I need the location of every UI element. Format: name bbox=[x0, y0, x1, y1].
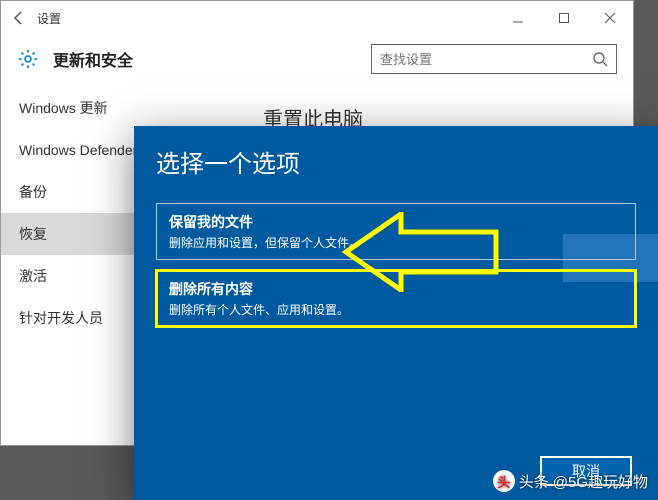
page-header: 更新和安全 bbox=[1, 35, 633, 83]
maximize-button[interactable] bbox=[541, 1, 587, 35]
sidebar-item-label: 恢复 bbox=[19, 224, 47, 244]
modal-title: 选择一个选项 bbox=[134, 126, 658, 193]
back-button[interactable] bbox=[1, 1, 37, 35]
maximize-icon bbox=[558, 12, 570, 24]
search-input[interactable] bbox=[380, 52, 592, 67]
watermark-logo-icon: 头 bbox=[493, 470, 515, 492]
option-title: 保留我的文件 bbox=[169, 212, 623, 232]
option-remove-everything[interactable]: 删除所有内容 删除所有个人文件、应用和设置。 bbox=[156, 270, 636, 327]
search-box[interactable] bbox=[371, 44, 617, 74]
sidebar-item-windows-update[interactable]: Windows 更新 bbox=[1, 87, 241, 129]
close-icon bbox=[604, 12, 616, 24]
sidebar-item-label: 备份 bbox=[19, 182, 47, 202]
back-arrow-icon bbox=[11, 10, 27, 26]
minimize-button[interactable] bbox=[495, 1, 541, 35]
sidebar-item-label: 针对开发人员 bbox=[19, 308, 103, 328]
titlebar: 设置 bbox=[1, 1, 633, 35]
option-desc: 删除所有个人文件、应用和设置。 bbox=[169, 301, 623, 318]
option-title: 删除所有内容 bbox=[169, 279, 623, 299]
sidebar-item-label: Windows Defender bbox=[19, 142, 137, 158]
option-desc: 删除应用和设置，但保留个人文件。 bbox=[169, 234, 623, 251]
option-keep-files[interactable]: 保留我的文件 删除应用和设置，但保留个人文件。 bbox=[156, 203, 636, 260]
minimize-icon bbox=[512, 12, 524, 24]
reset-modal: 选择一个选项 保留我的文件 删除应用和设置，但保留个人文件。 删除所有内容 删除… bbox=[134, 126, 658, 500]
search-icon bbox=[592, 51, 608, 67]
gear-icon bbox=[17, 48, 39, 70]
sidebar-item-label: Windows 更新 bbox=[19, 98, 108, 118]
page-title: 更新和安全 bbox=[53, 47, 133, 71]
watermark: 头 头条 @5G趣玩好物 bbox=[493, 470, 648, 492]
watermark-prefix: 头条 bbox=[519, 471, 549, 492]
close-button[interactable] bbox=[587, 1, 633, 35]
sidebar-item-label: 激活 bbox=[19, 266, 47, 286]
watermark-text: @5G趣玩好物 bbox=[553, 471, 648, 492]
window-title: 设置 bbox=[37, 10, 61, 27]
